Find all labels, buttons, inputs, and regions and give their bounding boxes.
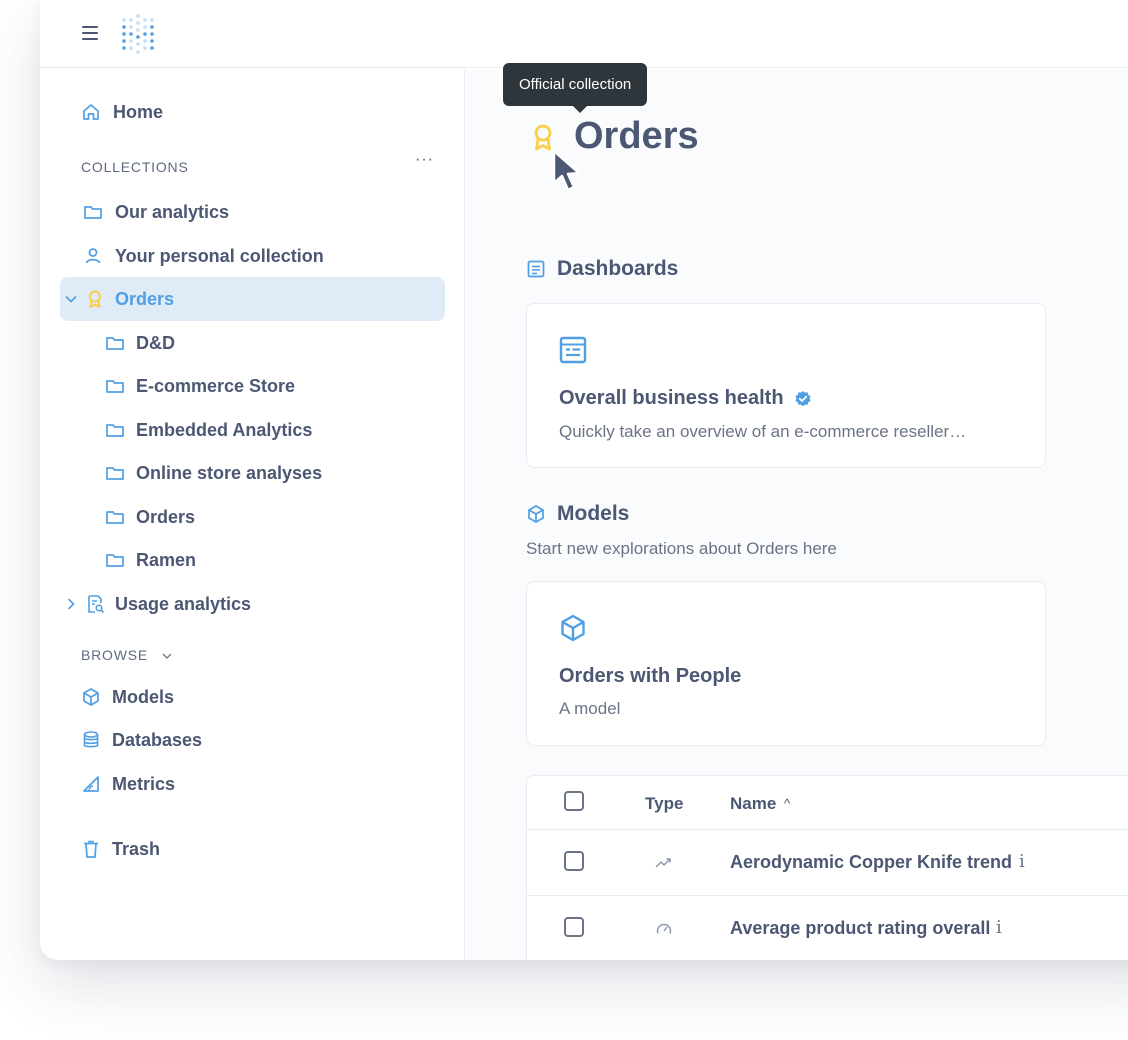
folder-icon — [105, 376, 125, 396]
model-cube-icon — [528, 505, 544, 523]
info-icon[interactable]: i — [996, 917, 1002, 938]
sidebar-item-label: Home — [113, 101, 164, 122]
sidebar-item-label: D&D — [136, 332, 175, 353]
gauge-icon — [656, 923, 672, 934]
verified-badge-icon — [794, 390, 811, 406]
select-all-checkbox[interactable] — [564, 791, 584, 811]
trend-icon — [655, 858, 671, 868]
sidebar-item-our-analytics[interactable]: Our analytics — [83, 200, 229, 224]
browse-label-text: BROWSE — [81, 647, 149, 663]
sidebar-item-label: Embedded Analytics — [136, 419, 313, 440]
sidebar-item-label: Orders — [136, 506, 196, 527]
dashboard-card-title-text: Overall business health — [559, 387, 784, 409]
official-collection-icon — [85, 289, 105, 309]
folder-icon — [105, 333, 125, 353]
model-card-title: Orders with People — [559, 665, 742, 687]
sidebar-item-dnd[interactable]: D&D — [105, 331, 175, 355]
items-table: Type Name ^ Aerodynamic Copper Knife tre… — [526, 775, 1128, 960]
person-icon — [83, 246, 103, 266]
hamburger-menu-icon[interactable] — [82, 26, 98, 40]
chevron-down-icon[interactable] — [64, 292, 78, 306]
browse-section-label[interactable]: BROWSE — [81, 647, 173, 663]
sidebar-item-label: Ramen — [136, 549, 197, 570]
metabase-logo[interactable] — [120, 14, 156, 54]
sidebar-item-label: Online store analyses — [136, 462, 323, 483]
sort-ascending-icon: ^ — [784, 796, 791, 811]
metric-icon — [81, 774, 101, 794]
dashboard-card[interactable]: Overall business health Quickly take an … — [526, 303, 1046, 468]
sidebar-item-embedded-analytics[interactable]: Embedded Analytics — [105, 418, 312, 442]
folder-icon — [105, 420, 125, 440]
sidebar-item-usage-analytics[interactable]: Usage analytics — [85, 592, 251, 616]
top-bar — [40, 0, 1128, 68]
chevron-right-icon[interactable] — [64, 597, 78, 611]
sidebar-item-label: Metrics — [112, 773, 176, 794]
sidebar-item-home[interactable]: Home — [81, 100, 163, 124]
page-title: Orders — [574, 115, 699, 157]
folder-icon — [105, 550, 125, 570]
column-header-name-text: Name — [730, 794, 777, 813]
sidebar-item-trash[interactable]: Trash — [81, 837, 160, 861]
sidebar-item-label: Your personal collection — [115, 245, 324, 266]
sidebar-item-label: Databases — [112, 729, 203, 750]
sidebar-item-models[interactable]: Models — [81, 685, 174, 709]
sidebar-item-orders[interactable]: Orders — [85, 287, 174, 311]
info-icon[interactable]: i — [1019, 851, 1025, 872]
dashboard-card-description: Quickly take an overview of an e-commerc… — [559, 422, 967, 441]
models-subtitle: Start new explorations about Orders here — [526, 539, 837, 558]
dashboard-icon — [559, 336, 587, 364]
chevron-down-icon — [162, 653, 172, 660]
main-content: Official collection Orders Dashboards Ov… — [466, 63, 1128, 960]
column-header-type[interactable]: Type — [645, 794, 683, 814]
sidebar-item-personal-collection[interactable]: Your personal collection — [83, 244, 324, 268]
trash-icon — [81, 839, 101, 859]
dashboards-section-heading: Dashboards — [526, 257, 678, 281]
database-icon — [81, 730, 101, 750]
models-section-heading: Models — [526, 502, 629, 526]
folder-icon — [105, 507, 125, 527]
sidebar-item-metrics[interactable]: Metrics — [81, 772, 175, 796]
app-window: Home COLLECTIONS ··· Our analytics Your … — [40, 0, 1128, 960]
sidebar-item-label: Our analytics — [115, 201, 230, 222]
sidebar-item-ramen[interactable]: Ramen — [105, 548, 196, 572]
row-checkbox[interactable] — [564, 851, 584, 871]
row-divider — [527, 895, 1128, 896]
collections-more-icon[interactable]: ··· — [415, 151, 434, 169]
audit-report-icon — [85, 594, 105, 614]
row-divider — [527, 829, 1128, 830]
row-name[interactable]: Aerodynamic Copper Knife trend — [730, 852, 1012, 873]
dashboards-heading-text: Dashboards — [557, 257, 679, 280]
row-checkbox[interactable] — [564, 917, 584, 937]
official-collection-tooltip: Official collection — [503, 63, 648, 113]
model-cube-icon — [561, 614, 585, 642]
sidebar-item-label: Orders — [115, 288, 175, 309]
model-card[interactable]: Orders with People A model — [526, 581, 1046, 746]
sidebar-item-label: Trash — [112, 838, 161, 859]
home-icon — [81, 102, 101, 122]
sidebar-item-orders-subfolder[interactable]: Orders — [105, 505, 195, 529]
sidebar: Home COLLECTIONS ··· Our analytics Your … — [40, 69, 465, 960]
collections-section-label: COLLECTIONS — [81, 159, 189, 175]
model-cube-icon — [81, 687, 101, 707]
row-name[interactable]: Average product rating overall — [730, 918, 990, 939]
column-header-name[interactable]: Name ^ — [730, 794, 790, 814]
sidebar-item-label: Models — [112, 686, 175, 707]
dashboard-icon — [527, 260, 545, 278]
sidebar-item-online-store-analyses[interactable]: Online store analyses — [105, 461, 322, 485]
dashboard-card-title: Overall business health — [559, 387, 812, 410]
sidebar-item-label: Usage analytics — [115, 593, 252, 614]
sidebar-item-databases[interactable]: Databases — [81, 728, 202, 752]
sidebar-item-label: E-commerce Store — [136, 375, 296, 396]
model-card-description: A model — [559, 699, 621, 718]
folder-icon — [83, 202, 103, 222]
sidebar-item-ecommerce-store[interactable]: E-commerce Store — [105, 374, 295, 398]
folder-icon — [105, 463, 125, 483]
models-heading-text: Models — [557, 502, 630, 525]
